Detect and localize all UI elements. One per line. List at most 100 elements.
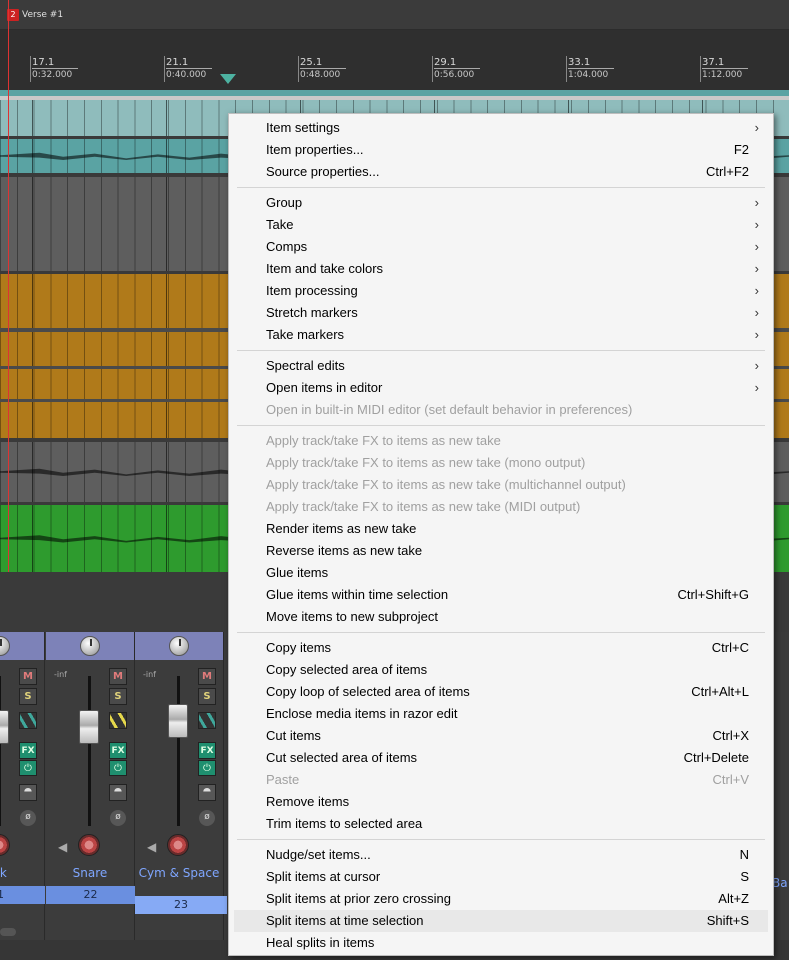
track-name[interactable]: ck: [0, 866, 44, 880]
phase-invert-icon[interactable]: ø: [110, 810, 126, 826]
menu-item-shortcut: Shift+S: [706, 913, 749, 928]
menu-item-split-items-at-prior-zero-crossing[interactable]: Split items at prior zero crossing Alt+Z: [229, 888, 773, 910]
menu-item-move-items-to-new-subproject[interactable]: Move items to new subproject: [229, 606, 773, 628]
fx-button[interactable]: FX: [109, 742, 127, 759]
menu-item-remove-items[interactable]: Remove items: [229, 791, 773, 813]
item-context-menu: Item settings › Item properties... F2 Source…: [228, 113, 774, 956]
record-arm-button[interactable]: [167, 834, 189, 856]
menu-item-item-processing[interactable]: Item processing ›: [229, 280, 773, 302]
menu-item-copy-items[interactable]: Copy items Ctrl+C: [229, 637, 773, 659]
menu-item-label: Take: [266, 217, 294, 232]
phase-invert-icon[interactable]: ø: [20, 810, 36, 826]
fx-bypass-icon[interactable]: ⏻: [19, 760, 37, 776]
menu-item-shortcut: Alt+Z: [718, 891, 749, 906]
pan-knob[interactable]: [80, 636, 100, 656]
menu-item-label: Enclose media items in razor edit: [266, 706, 458, 721]
mute-button[interactable]: M: [109, 668, 127, 685]
mixer-scrollbar[interactable]: [0, 928, 16, 936]
ruler-tick: [298, 56, 299, 82]
track-name-partial[interactable]: Ba: [772, 876, 789, 890]
record-arm-button[interactable]: [0, 834, 10, 856]
pan-knob[interactable]: [169, 636, 189, 656]
menu-item-item-settings[interactable]: Item settings ›: [229, 117, 773, 139]
menu-item-group[interactable]: Group ›: [229, 192, 773, 214]
region-name[interactable]: Verse #1: [22, 9, 63, 21]
track-name[interactable]: Snare: [46, 866, 134, 880]
solo-button[interactable]: S: [109, 688, 127, 705]
menu-item-shortcut: N: [739, 847, 749, 862]
volume-fader[interactable]: [79, 710, 99, 744]
routing-icon[interactable]: ⯊: [109, 784, 127, 801]
routing-icon[interactable]: ⯊: [19, 784, 37, 801]
fx-button[interactable]: FX: [19, 742, 37, 759]
menu-item-take-markers[interactable]: Take markers ›: [229, 324, 773, 346]
mute-button[interactable]: M: [19, 668, 37, 685]
daw-window: 2 Verse #1 17.1 0:32.000 21.1 0:40.000 25.1 0…: [0, 0, 789, 960]
fx-button[interactable]: FX: [198, 742, 216, 759]
menu-item-render-items-as-new-take[interactable]: Render items as new take: [229, 518, 773, 540]
input-monitor-icon[interactable]: [19, 712, 37, 729]
menu-item-label: Copy loop of selected area of items: [266, 684, 470, 699]
solo-button[interactable]: S: [198, 688, 216, 705]
menu-item-spectral-edits[interactable]: Spectral edits ›: [229, 355, 773, 377]
menu-item-enclose-media-items-in-razor-edit[interactable]: Enclose media items in razor edit: [229, 703, 773, 725]
menu-item-take[interactable]: Take ›: [229, 214, 773, 236]
track-name[interactable]: Cym & Space: [135, 866, 223, 880]
menu-item-stretch-markers[interactable]: Stretch markers ›: [229, 302, 773, 324]
menu-item-label: Trim items to selected area: [266, 816, 423, 831]
fx-bypass-icon[interactable]: ⏻: [198, 760, 216, 776]
mixer-strip[interactable]: -infMSFX⏻⯊ø◀ck1: [0, 632, 45, 960]
chevron-right-icon: ›: [754, 195, 759, 210]
menu-item-glue-items-within-time-selection[interactable]: Glue items within time selection Ctrl+Shi…: [229, 584, 773, 606]
menu-item-item-and-take-colors[interactable]: Item and take colors ›: [229, 258, 773, 280]
ruler-time-label: 0:32.000: [32, 70, 73, 80]
menu-item-label: Heal splits in items: [266, 935, 375, 950]
menu-separator: [237, 632, 765, 633]
track-number[interactable]: 23: [135, 896, 227, 914]
solo-button[interactable]: S: [19, 688, 37, 705]
ruler-bar-label: 33.1: [568, 57, 591, 68]
menu-item-copy-loop-of-selected-area-of-items[interactable]: Copy loop of selected area of items Ctrl+…: [229, 681, 773, 703]
region-marker-lane[interactable]: 2 Verse #1: [0, 0, 789, 30]
ruler-bar-label: 21.1: [166, 57, 189, 68]
menu-item-copy-selected-area-of-items[interactable]: Copy selected area of items: [229, 659, 773, 681]
menu-item-heal-splits-in-items[interactable]: Heal splits in items: [229, 932, 773, 954]
routing-icon[interactable]: ⯊: [198, 784, 216, 801]
ruler-time-label: 1:12.000: [702, 70, 743, 80]
playhead-marker-icon[interactable]: [220, 74, 236, 84]
menu-item-label: Cut items: [266, 728, 321, 743]
timeline-ruler[interactable]: 17.1 0:32.000 21.1 0:40.000 25.1 0:48.000 29.1…: [0, 30, 789, 120]
record-arm-button[interactable]: [78, 834, 100, 856]
track-number[interactable]: 1: [0, 886, 45, 904]
menu-item-item-properties[interactable]: Item properties... F2: [229, 139, 773, 161]
menu-item-split-items-at-cursor[interactable]: Split items at cursor S: [229, 866, 773, 888]
ruler-label-underline: [568, 68, 614, 69]
menu-item-shortcut: Ctrl+Shift+G: [677, 587, 749, 602]
phase-invert-icon[interactable]: ø: [199, 810, 215, 826]
menu-item-label: Item and take colors: [266, 261, 384, 276]
menu-item-cut-items[interactable]: Cut items Ctrl+X: [229, 725, 773, 747]
menu-item-comps[interactable]: Comps ›: [229, 236, 773, 258]
menu-item-label: Copy items: [266, 640, 332, 655]
fx-bypass-icon[interactable]: ⏻: [109, 760, 127, 776]
menu-item-split-items-at-time-selection[interactable]: Split items at time selection Shift+S: [234, 910, 768, 932]
track-number[interactable]: 22: [46, 886, 135, 904]
menu-item-shortcut: Ctrl+X: [712, 728, 749, 743]
volume-fader[interactable]: [168, 704, 188, 738]
input-monitor-icon[interactable]: [198, 712, 216, 729]
menu-item-nudge-set-items[interactable]: Nudge/set items... N: [229, 844, 773, 866]
menu-item-trim-items-to-selected-area[interactable]: Trim items to selected area: [229, 813, 773, 835]
menu-item-label: Copy selected area of items: [266, 662, 428, 677]
input-monitor-icon[interactable]: [109, 712, 127, 729]
menu-item-open-items-in-editor[interactable]: Open items in editor ›: [229, 377, 773, 399]
mixer-strip[interactable]: -inf M S FX ⏻ ⯊ ø ◀ Snare 22: [46, 632, 135, 960]
volume-fader[interactable]: [0, 710, 9, 744]
menu-item-cut-selected-area-of-items[interactable]: Cut selected area of items Ctrl+Delete: [229, 747, 773, 769]
menu-item-source-properties[interactable]: Source properties... Ctrl+F2: [229, 161, 773, 183]
menu-item-glue-items[interactable]: Glue items: [229, 562, 773, 584]
menu-item-label: Apply track/take FX to items as new take…: [266, 477, 626, 492]
mute-button[interactable]: M: [198, 668, 216, 685]
menu-item-reverse-items-as-new-take[interactable]: Reverse items as new take: [229, 540, 773, 562]
mixer-strip[interactable]: -inf M S FX ⏻ ⯊ ø ◀ Cym & Space 23: [135, 632, 227, 960]
ruler-time-label: 0:56.000: [434, 70, 475, 80]
